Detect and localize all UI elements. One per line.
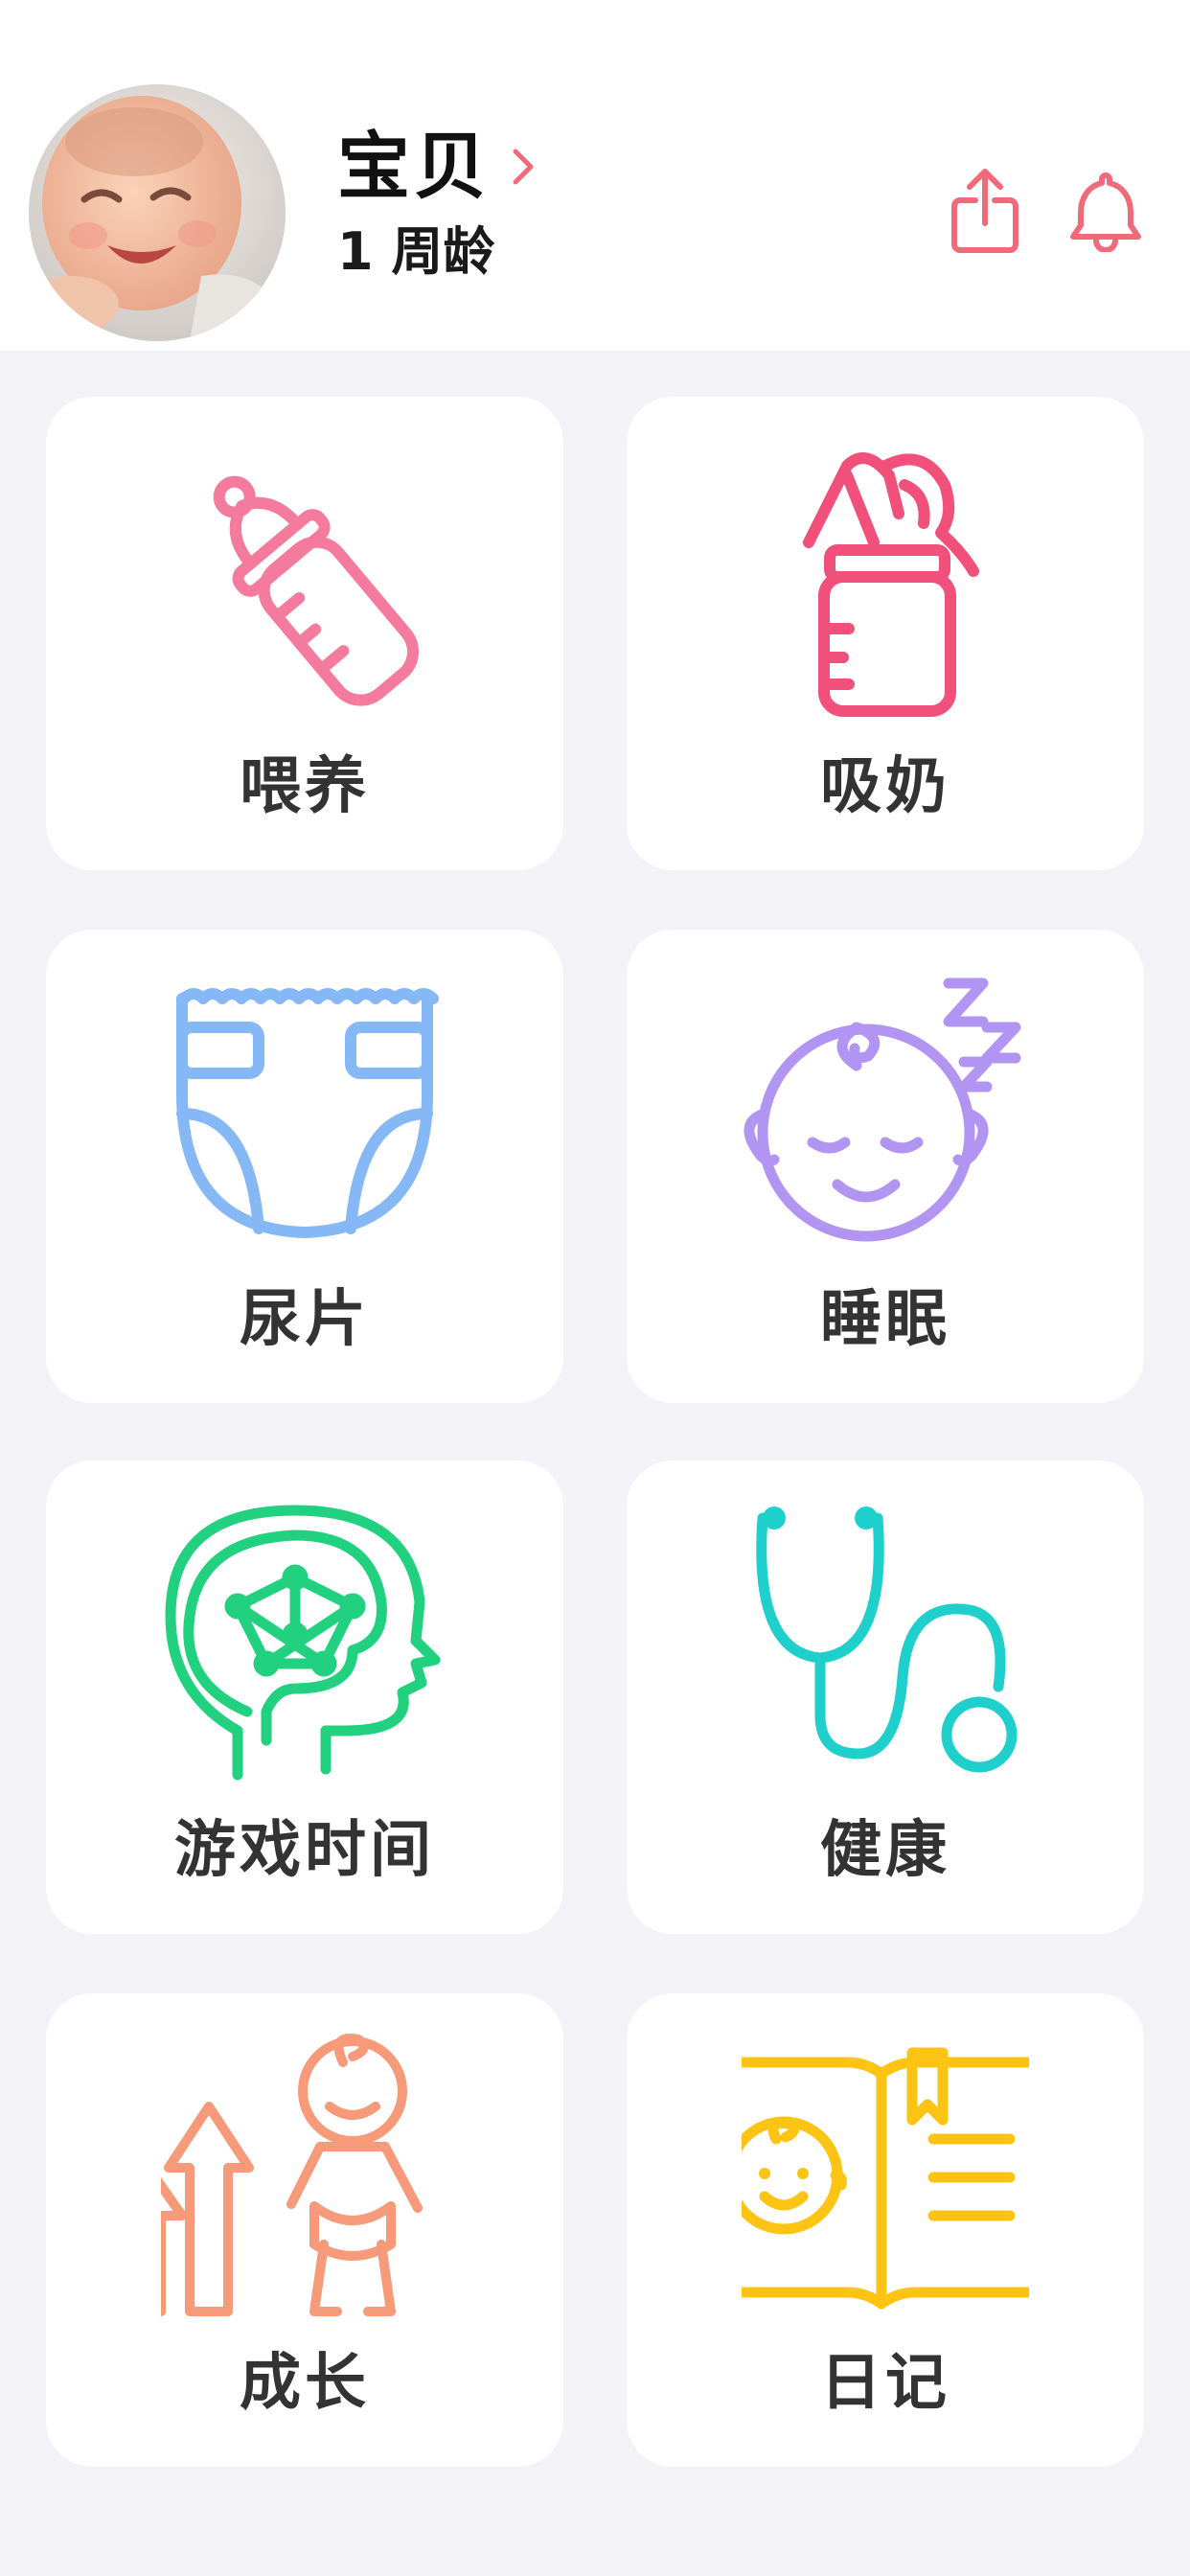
tile-pumping[interactable]: 吸奶: [627, 397, 1144, 870]
tile-feeding[interactable]: 喂养: [46, 397, 563, 870]
tile-label: 健康: [820, 1815, 950, 1886]
diaper-icon: [176, 988, 439, 1238]
tile-diaper[interactable]: 尿片: [46, 930, 563, 1403]
bell-icon: [1070, 172, 1141, 252]
tile-playtime[interactable]: 游戏时间: [46, 1460, 563, 1934]
tile-label: 吸奶: [820, 751, 950, 822]
tile-label: 游戏时间: [174, 1815, 435, 1886]
share-button[interactable]: [937, 163, 1033, 259]
breast-pump-icon: [803, 452, 979, 717]
brain-head-icon: [165, 1505, 441, 1781]
notifications-button[interactable]: [1058, 163, 1154, 259]
tile-label: 成长: [240, 2348, 370, 2419]
tile-health[interactable]: 健康: [627, 1460, 1144, 1934]
tile-diary[interactable]: 日记: [627, 1993, 1144, 2467]
stethoscope-icon: [756, 1506, 1018, 1773]
baby-name[interactable]: 宝贝: [337, 121, 491, 213]
baby-age: 1 周龄: [337, 221, 495, 282]
diary-book-icon: [742, 2047, 1029, 2310]
sleeping-baby-icon: [744, 978, 1021, 1242]
tile-label: 喂养: [240, 751, 370, 822]
tile-label: 睡眠: [820, 1284, 950, 1355]
tile-label: 尿片: [240, 1284, 370, 1355]
tile-label: 日记: [820, 2348, 950, 2419]
baby-bottle-icon: [213, 475, 419, 706]
chevron-right-icon[interactable]: [512, 148, 535, 190]
tile-growth[interactable]: 成长: [46, 1993, 563, 2467]
header-bar: 宝贝 1 周龄: [0, 0, 1190, 351]
baby-photo-icon: [29, 84, 286, 341]
growth-baby-icon: [161, 2034, 423, 2316]
share-icon: [951, 169, 1018, 253]
baby-avatar[interactable]: [29, 84, 286, 341]
tile-sleep[interactable]: 睡眠: [627, 930, 1144, 1403]
